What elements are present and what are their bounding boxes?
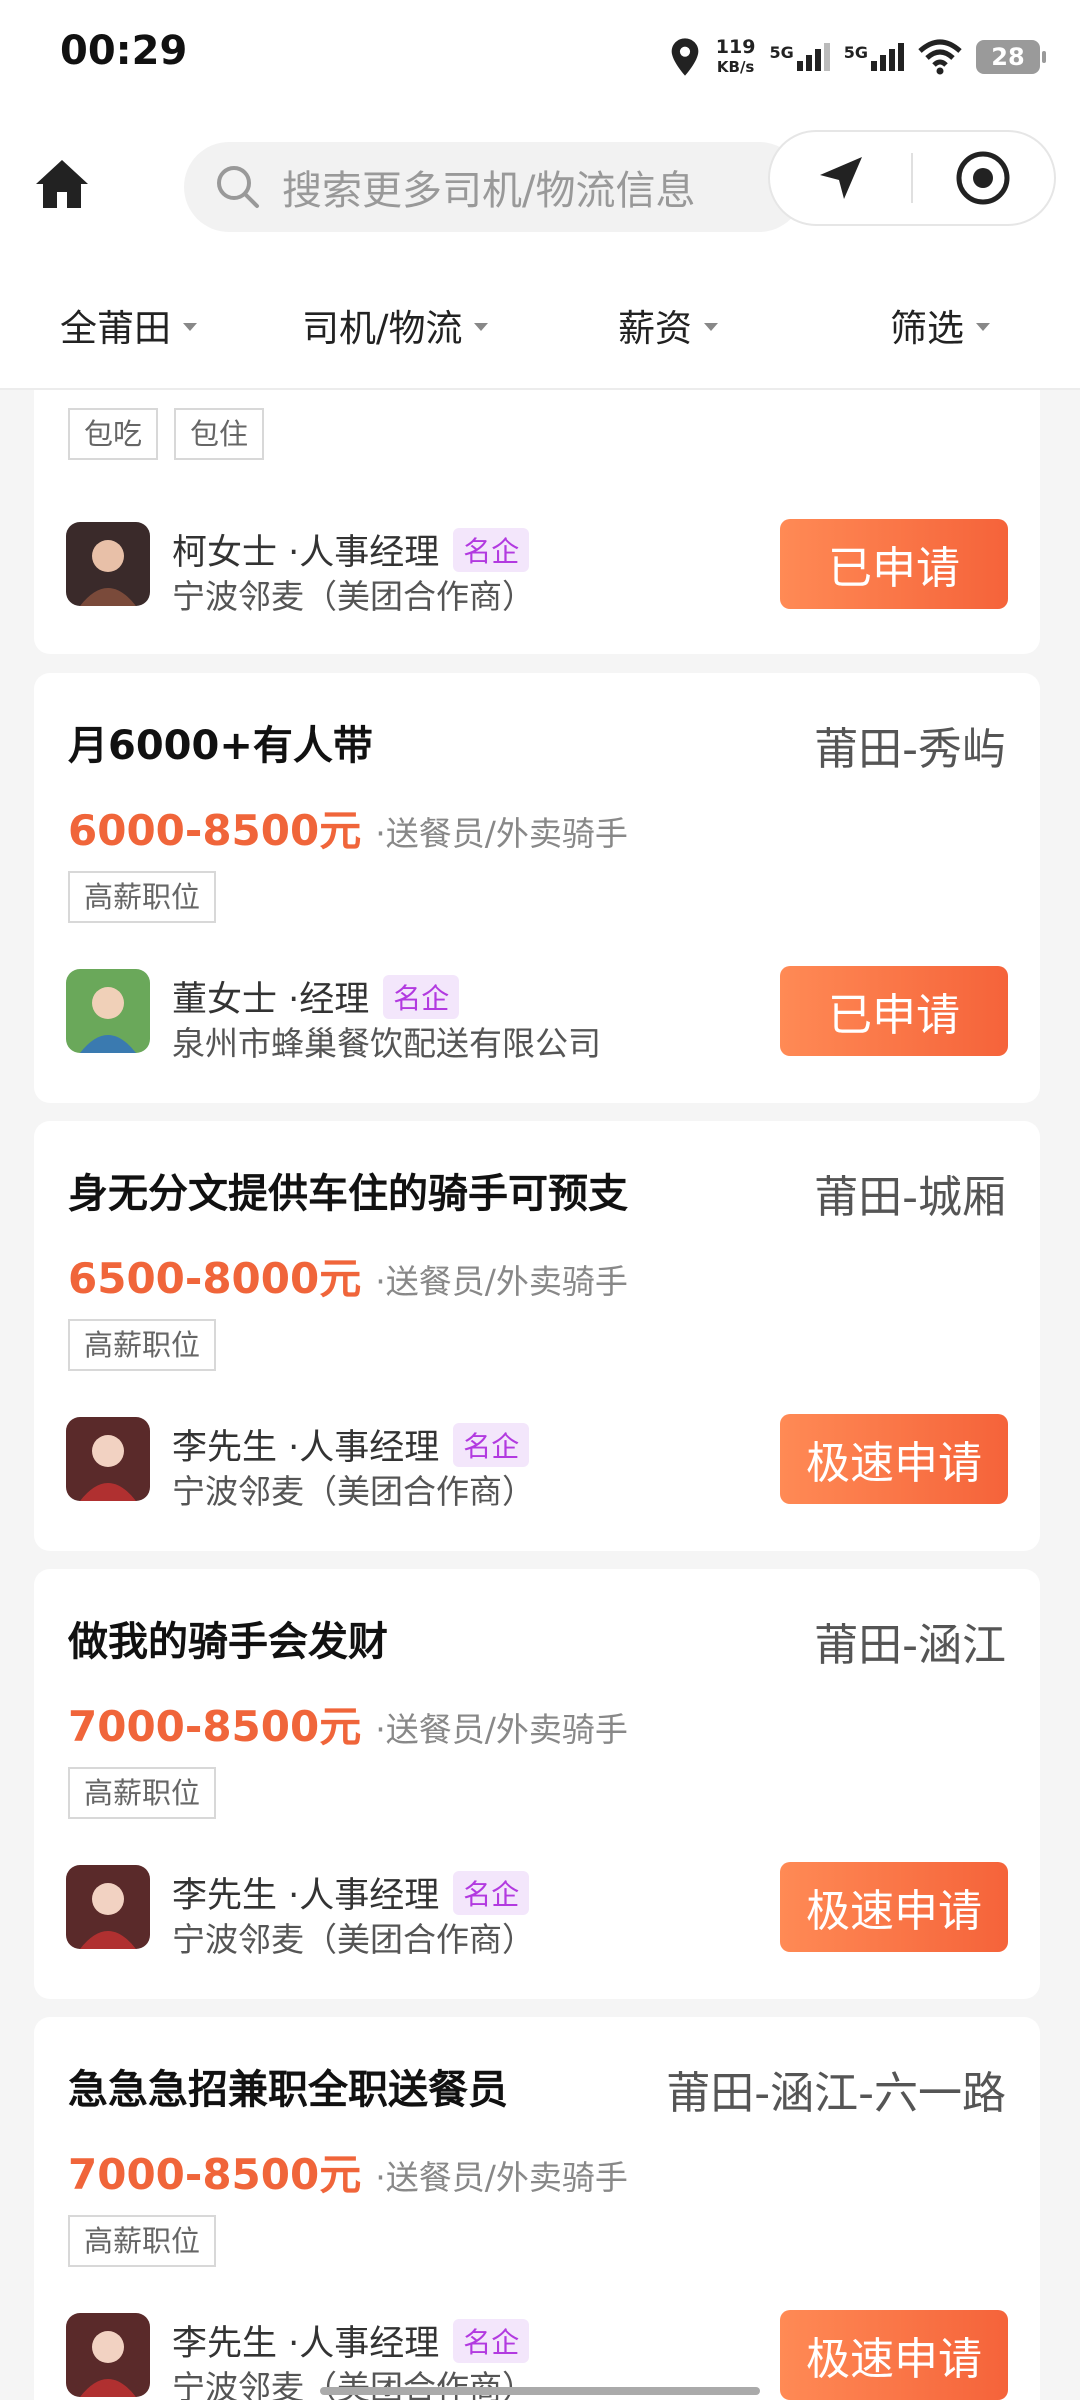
avatar [66, 969, 150, 1053]
job-category: ·送餐员/外卖骑手 [375, 1262, 628, 1301]
job-tags: 高薪职位 [68, 1319, 217, 1371]
job-location: 莆田-涵江 [814, 1620, 1006, 1671]
avatar [66, 522, 150, 606]
job-tags: 高薪职位 [68, 871, 217, 923]
wifi-icon [918, 39, 962, 75]
famous-company-badge: 名企 [453, 1870, 530, 1915]
search-icon [217, 166, 259, 208]
job-category: ·送餐员/外卖骑手 [375, 814, 628, 853]
famous-company-badge: 名企 [453, 1422, 530, 1467]
app-header: 搜索更多司机/物流信息 [0, 112, 1080, 262]
contact-person: 李先生 ·人事经理 名企 [172, 1419, 530, 1470]
contact-person: 柯女士 ·人事经理 名企 [172, 524, 530, 575]
company-name: 宁波邻麦（美团合作商） [172, 1472, 535, 1511]
contact-person: 董女士 ·经理 名企 [172, 971, 460, 1022]
avatar [66, 2313, 150, 2397]
job-salary: 7000-8500元 [68, 2150, 362, 2199]
job-tag: 高薪职位 [68, 871, 217, 923]
job-title: 月6000+有人带 [68, 723, 373, 769]
filter-salary[interactable]: 薪资 [618, 298, 718, 352]
signal-icon [871, 43, 904, 71]
apply-button[interactable]: 极速申请 [780, 1862, 1008, 1952]
job-card[interactable]: 包吃 包住 柯女士 ·人事经理 名企 宁波邻麦（美团合作商） 已申请 [34, 390, 1040, 654]
company-name: 泉州市蜂巢餐饮配送有限公司 [172, 1024, 601, 1063]
job-card[interactable]: 月6000+有人带 莆田-秀屿 6000-8500元 ·送餐员/外卖骑手 高薪职… [34, 673, 1040, 1103]
contact-person: 李先生 ·人事经理 名企 [172, 1867, 530, 1918]
filter-area[interactable]: 全莆田 [60, 298, 197, 352]
status-time: 00:29 [60, 28, 188, 74]
mini-program-capsule [768, 130, 1056, 226]
famous-company-badge: 名企 [453, 527, 530, 572]
location-arrow-icon [819, 157, 862, 199]
job-tags: 高薪职位 [68, 1767, 217, 1819]
job-tag: 包住 [174, 408, 265, 460]
sim2-signal: 5G [844, 43, 904, 71]
salary-row: 7000-8500元 ·送餐员/外卖骑手 [68, 2141, 628, 2202]
search-input[interactable]: 搜索更多司机/物流信息 [184, 142, 804, 232]
job-title: 急急急招兼职全职送餐员 [68, 2067, 508, 2113]
job-category: ·送餐员/外卖骑手 [375, 1710, 628, 1749]
target-icon [956, 151, 1010, 205]
home-indicator[interactable] [320, 2387, 760, 2395]
salary-row: 6000-8500元 ·送餐员/外卖骑手 [68, 797, 628, 858]
avatar [66, 1417, 150, 1501]
apply-button[interactable]: 极速申请 [780, 2310, 1008, 2400]
signal-icon [796, 43, 830, 71]
home-button[interactable] [32, 154, 92, 214]
famous-company-badge: 名企 [383, 974, 460, 1019]
sim1-signal: 5G [769, 43, 830, 71]
search-placeholder: 搜索更多司机/物流信息 [282, 168, 696, 214]
job-card[interactable]: 身无分文提供车住的骑手可预支 莆田-城厢 6500-8000元 ·送餐员/外卖骑… [34, 1121, 1040, 1551]
job-salary: 7000-8500元 [68, 1702, 362, 1751]
job-title: 身无分文提供车住的骑手可预支 [68, 1171, 628, 1217]
contact-person: 李先生 ·人事经理 名企 [172, 2315, 530, 2366]
chevron-down-icon [976, 323, 990, 331]
job-tag: 高薪职位 [68, 1319, 217, 1371]
apply-button[interactable]: 极速申请 [780, 1414, 1008, 1504]
job-location: 莆田-城厢 [814, 1172, 1006, 1223]
job-location: 莆田-秀屿 [814, 724, 1006, 775]
status-icons: 119 KB/s 5G 5G 28 [668, 30, 1046, 84]
job-list[interactable]: 包吃 包住 柯女士 ·人事经理 名企 宁波邻麦（美团合作商） 已申请 月6000… [0, 390, 1080, 2400]
job-salary: 6500-8000元 [68, 1254, 362, 1303]
chevron-down-icon [704, 323, 718, 331]
filter-more[interactable]: 筛选 [890, 298, 990, 352]
job-tag: 高薪职位 [68, 2215, 217, 2267]
job-location: 莆田-涵江-六一路 [666, 2068, 1006, 2119]
filter-category[interactable]: 司机/物流 [302, 298, 489, 352]
job-salary: 6000-8500元 [68, 806, 362, 855]
company-name: 宁波邻麦（美团合作商） [172, 1920, 535, 1959]
job-tags: 包吃 包住 [68, 408, 265, 460]
job-title: 做我的骑手会发财 [68, 1619, 388, 1665]
job-card[interactable]: 做我的骑手会发财 莆田-涵江 7000-8500元 ·送餐员/外卖骑手 高薪职位… [34, 1569, 1040, 1999]
job-category: ·送餐员/外卖骑手 [375, 2158, 628, 2197]
filter-bar: 全莆田 司机/物流 薪资 筛选 [0, 262, 1080, 390]
company-name: 宁波邻麦（美团合作商） [172, 577, 535, 616]
chevron-down-icon [474, 323, 489, 331]
battery-icon: 28 [976, 40, 1046, 74]
avatar [66, 1865, 150, 1949]
target-button[interactable] [913, 132, 1054, 224]
salary-row: 6500-8000元 ·送餐员/外卖骑手 [68, 1245, 628, 1306]
apply-button[interactable]: 已申请 [780, 519, 1008, 609]
job-tags: 高薪职位 [68, 2215, 217, 2267]
status-bar: 00:29 119 KB/s 5G 5G 28 [0, 0, 1080, 112]
apply-button[interactable]: 已申请 [780, 966, 1008, 1056]
job-tag: 包吃 [68, 408, 159, 460]
job-tag: 高薪职位 [68, 1767, 217, 1819]
home-icon [36, 160, 88, 208]
net-speed: 119 KB/s [715, 36, 756, 76]
famous-company-badge: 名企 [453, 2318, 530, 2363]
location-button[interactable] [770, 132, 911, 224]
location-icon [671, 38, 699, 76]
chevron-down-icon [183, 323, 197, 331]
job-card[interactable]: 急急急招兼职全职送餐员 莆田-涵江-六一路 7000-8500元 ·送餐员/外卖… [34, 2017, 1040, 2400]
salary-row: 7000-8500元 ·送餐员/外卖骑手 [68, 1693, 628, 1754]
